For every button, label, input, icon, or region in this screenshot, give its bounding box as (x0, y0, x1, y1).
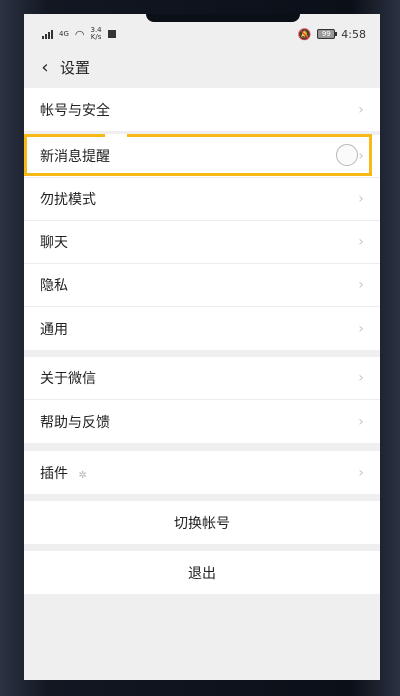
settings-gear-icon: ✲ (78, 469, 87, 481)
status-bar: 4G ◠ 3.4 K/s 🔕 99 4:58 (24, 22, 380, 46)
chevron-right-icon: › (358, 191, 364, 207)
logout-button[interactable]: 退出 (24, 551, 380, 594)
setting-row-about-wechat[interactable]: 关于微信 › (24, 357, 380, 400)
battery-icon: 99 (317, 29, 338, 39)
back-button[interactable]: ‹ (34, 56, 56, 78)
mute-icon: 🔕 (297, 27, 312, 41)
switch-account-label: 切换帐号 (174, 515, 230, 532)
setting-label: 新消息提醒 (40, 149, 110, 165)
chevron-right-icon: › (358, 413, 364, 430)
main-settings-group: 新消息提醒 › 勿扰模式 › 聊天 › 隐私 › 通用 › (24, 135, 380, 350)
phone-screen: 4G ◠ 3.4 K/s 🔕 99 4:58 ‹ 设置 帐号与安全 › 新消息提… (24, 14, 380, 680)
about-group: 关于微信 › 帮助与反馈 › (24, 357, 380, 443)
chevron-right-icon: › (358, 101, 364, 118)
logout-label: 退出 (188, 565, 216, 582)
setting-label: 勿扰模式 (40, 192, 96, 208)
setting-label: 帐号与安全 (40, 102, 110, 119)
switch-account-button[interactable]: 切换帐号 (24, 501, 380, 544)
setting-row-do-not-disturb[interactable]: 勿扰模式 › (24, 178, 380, 221)
notification-icon (107, 30, 116, 38)
setting-label: 通用 (40, 321, 68, 338)
setting-label: 插件 ✲ (40, 465, 87, 482)
network-type: 4G (59, 30, 69, 38)
setting-row-account-security[interactable]: 帐号与安全 › (24, 88, 380, 131)
setting-label: 隐私 (40, 278, 68, 294)
chevron-right-icon: › (358, 234, 364, 250)
setting-label: 帮助与反馈 (40, 414, 110, 431)
setting-label: 关于微信 (40, 371, 96, 387)
phone-frame: 4G ◠ 3.4 K/s 🔕 99 4:58 ‹ 设置 帐号与安全 › 新消息提… (0, 0, 400, 696)
chevron-right-icon: › (358, 370, 364, 386)
status-left: 4G ◠ 3.4 K/s (42, 27, 116, 41)
setting-row-chat[interactable]: 聊天 › (24, 221, 380, 264)
wifi-icon: ◠ (74, 27, 85, 41)
status-right: 🔕 99 4:58 (298, 28, 366, 41)
tap-indicator-circle[interactable] (336, 144, 358, 166)
setting-row-new-message-alerts[interactable]: 新消息提醒 › (24, 135, 380, 178)
signal-icon (42, 29, 53, 39)
network-speed: 3.4 K/s (90, 26, 102, 41)
account-group: 帐号与安全 › (24, 88, 380, 131)
page-title: 设置 (60, 58, 91, 77)
setting-row-general[interactable]: 通用 › (24, 307, 380, 350)
chevron-left-icon: ‹ (41, 56, 49, 78)
chevron-right-icon: › (358, 464, 364, 481)
chevron-right-icon: › (358, 277, 364, 293)
switch-account-group: 切换帐号 (24, 501, 380, 544)
setting-row-help-feedback[interactable]: 帮助与反馈 › (24, 400, 380, 443)
logout-group: 退出 (24, 551, 380, 594)
setting-label: 聊天 (40, 235, 68, 251)
setting-row-plugins[interactable]: 插件 ✲ › (24, 451, 380, 494)
page-header: ‹ 设置 (24, 46, 380, 88)
status-time: 4:58 (341, 27, 366, 41)
chevron-right-icon: › (358, 320, 364, 337)
camera-notch (146, 14, 300, 22)
setting-row-privacy[interactable]: 隐私 › (24, 264, 380, 307)
plugins-group: 插件 ✲ › (24, 451, 380, 494)
